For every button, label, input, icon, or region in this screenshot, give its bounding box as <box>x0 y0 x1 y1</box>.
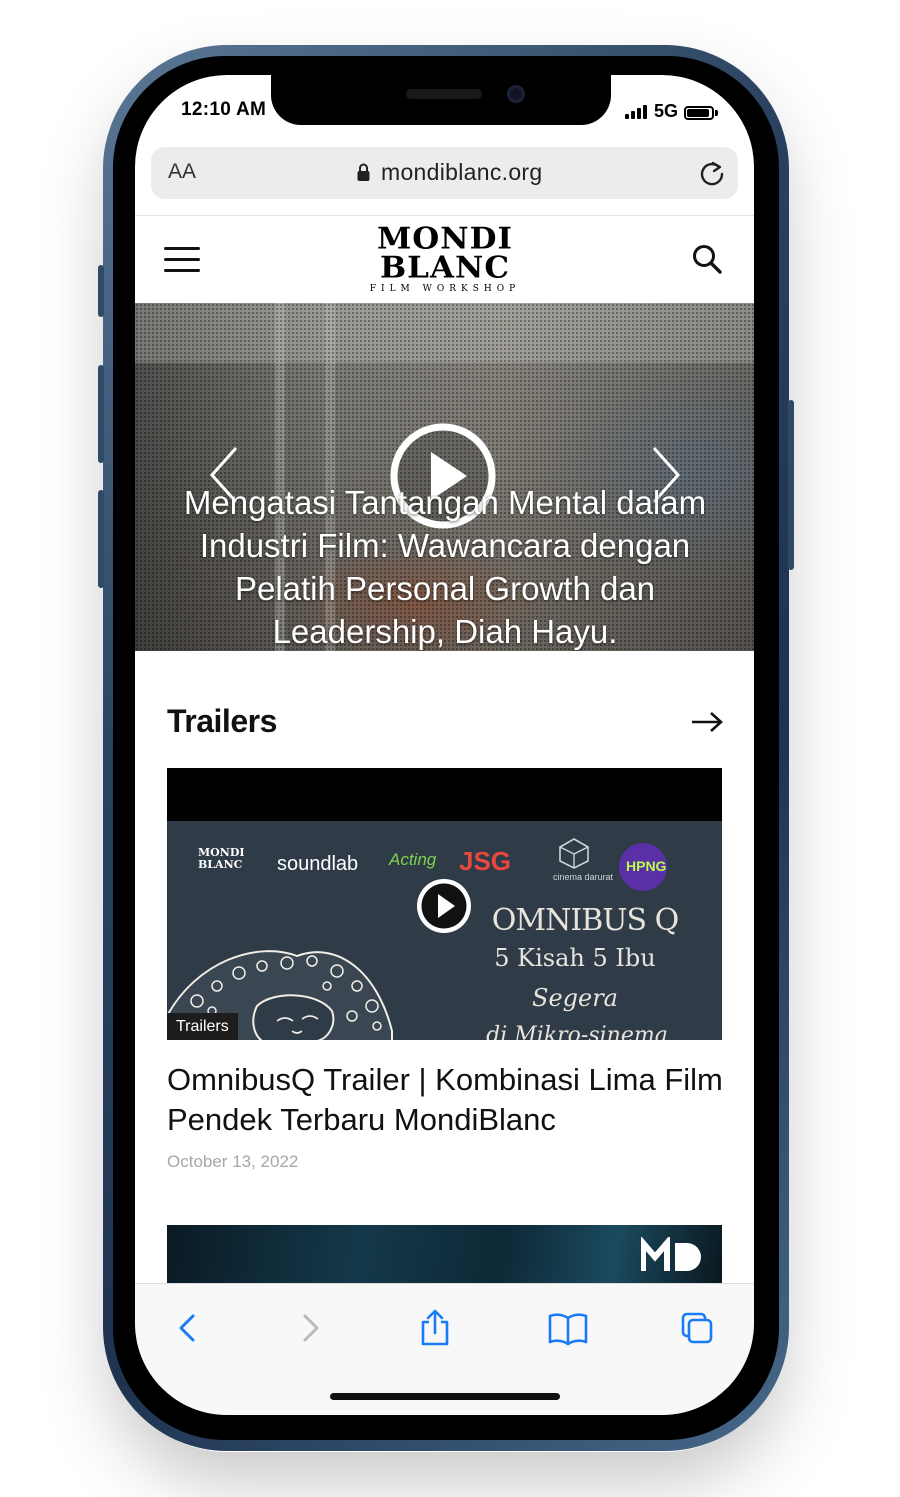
poster-tagline-2: di Mikro-sinema <box>486 1023 668 1040</box>
mute-switch <box>98 265 104 317</box>
logo-line-1: MONDI <box>376 221 514 257</box>
cube-logo-icon <box>559 838 589 869</box>
poster-partner-logo: MONDI BLANC <box>198 846 245 871</box>
next-trailer-thumbnail[interactable] <box>167 1225 722 1285</box>
front-camera <box>507 85 525 103</box>
tabs-icon[interactable] <box>679 1308 715 1348</box>
speaker-grille <box>406 89 482 99</box>
poster-tagline: Segera <box>532 984 618 1012</box>
url-text[interactable]: mondiblanc.org <box>381 159 542 186</box>
poster-partner-logo: soundlab <box>277 853 359 875</box>
home-indicator <box>330 1393 560 1400</box>
forward-icon[interactable] <box>291 1308 327 1348</box>
poster-headline: OMNIBUS Q <box>491 903 679 938</box>
safari-toolbar <box>135 1283 754 1415</box>
text-size-button[interactable]: AA <box>168 160 196 184</box>
reload-icon[interactable] <box>697 158 727 188</box>
play-icon[interactable] <box>413 875 475 937</box>
logo-line-2: BLANC <box>379 250 511 286</box>
volume-up-button <box>98 365 104 463</box>
category-badge[interactable]: Trailers <box>167 1013 238 1040</box>
logo-tagline: FILM WORKSHOP <box>369 284 521 294</box>
bookmarks-icon[interactable] <box>547 1308 589 1348</box>
battery-cap <box>715 110 718 116</box>
power-button <box>788 400 794 570</box>
menu-icon[interactable] <box>164 247 200 273</box>
poster-partner-logo: JSG <box>459 846 512 876</box>
battery-icon <box>684 106 714 120</box>
poster-partner-logo: HPNG <box>626 858 667 874</box>
phone-screen: 12:10 AM 5G AA mondiblanc.org MONDI BLAN… <box>135 75 754 1415</box>
trailer-title[interactable]: OmnibusQ Trailer | Kombinasi Lima Film P… <box>167 1060 727 1140</box>
section-title[interactable]: Trailers <box>167 703 277 740</box>
signal-icon <box>625 105 647 119</box>
hero-title[interactable]: Mengatasi Tantangan Mental dalam Industr… <box>145 481 745 651</box>
back-icon[interactable] <box>171 1308 207 1348</box>
address-bar[interactable]: AA mondiblanc.org <box>151 147 738 199</box>
share-icon[interactable] <box>417 1308 453 1348</box>
network-label: 5G <box>654 101 679 121</box>
trailer-thumbnail[interactable]: MONDI BLANC soundlab Acting JSG cinema d… <box>167 768 722 1040</box>
hero-slider[interactable]: Mengatasi Tantangan Mental dalam Industr… <box>135 303 754 651</box>
trailer-date: October 13, 2022 <box>167 1152 299 1171</box>
site-header: MONDI BLANC FILM WORKSHOP <box>135 216 754 303</box>
search-icon[interactable] <box>691 243 723 275</box>
md-logo-icon <box>641 1237 701 1271</box>
arrow-right-icon[interactable] <box>691 711 723 733</box>
site-logo[interactable]: MONDI BLANC FILM WORKSHOP <box>369 221 521 294</box>
status-time: 12:10 AM <box>181 99 267 120</box>
lock-icon <box>357 163 370 181</box>
poster-partner-logo: cinema darurat <box>553 872 614 882</box>
notch <box>271 75 611 125</box>
poster-subline: 5 Kisah 5 Ibu <box>494 944 656 972</box>
volume-down-button <box>98 490 104 588</box>
poster-partner-logo: Acting <box>389 850 437 869</box>
